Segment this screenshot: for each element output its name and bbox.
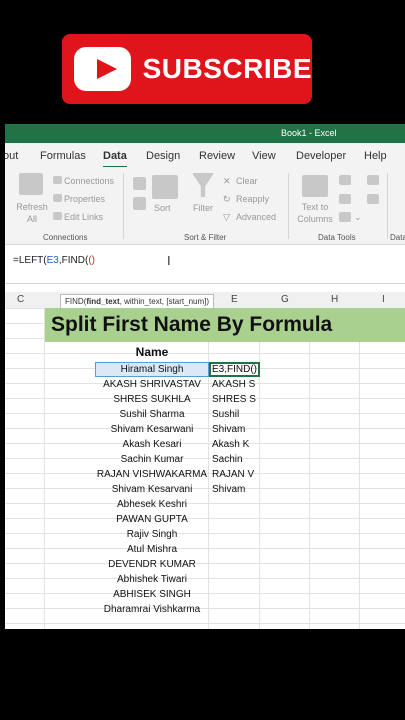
connections-button[interactable]: Connections [64, 176, 114, 186]
column-header-e[interactable]: E [231, 294, 238, 305]
formula-text[interactable]: =LEFT(E3,FIND(() [13, 255, 95, 266]
name-cell[interactable]: AKASH SHRIVASTAV [95, 377, 209, 392]
consolidate-icon[interactable] [367, 175, 379, 185]
first-name-cell[interactable]: Shivam [210, 422, 262, 437]
excel-window: Book1 - Excel out Formulas Data Design R… [5, 124, 405, 629]
sheet-title: Split First Name By Formula [45, 308, 405, 342]
first-name-cell[interactable]: Sachin [210, 452, 262, 467]
ribbon-tabs: out Formulas Data Design Review View Dev… [5, 143, 405, 168]
spreadsheet-grid[interactable]: Split First Name By Formula Name Hiramal… [5, 308, 405, 629]
tab-help[interactable]: Help [364, 150, 387, 162]
name-cell[interactable]: Sushil Sharma [95, 407, 209, 422]
first-name-cell[interactable]: Sushil [210, 407, 262, 422]
connections-group-label: Connections [43, 233, 88, 242]
filter-icon [192, 173, 214, 197]
data-group-label: Data [390, 233, 405, 242]
sort-button[interactable]: Sort [154, 203, 171, 213]
tab-review[interactable]: Review [199, 150, 235, 162]
name-header: Name [135, 345, 169, 359]
name-cell[interactable]: Akash Kesari [95, 437, 209, 452]
text-cursor-icon: I [167, 253, 171, 268]
properties-button[interactable]: Properties [64, 194, 105, 204]
first-name-cell[interactable]: E3,FIND() [210, 362, 262, 377]
column-header-h[interactable]: H [331, 294, 338, 305]
sort-za-icon[interactable] [133, 197, 146, 210]
flash-fill-icon[interactable] [339, 175, 351, 185]
name-cell[interactable]: RAJAN VISHWAKARMA [95, 467, 209, 482]
tab-view[interactable]: View [252, 150, 276, 162]
connections-icon [53, 176, 62, 184]
refresh-all-button[interactable]: Refresh All [13, 201, 51, 225]
name-cell[interactable]: SHRES SUKHLA [95, 392, 209, 407]
subscribe-banner[interactable]: SUBSCRIBE [62, 34, 312, 104]
youtube-play-icon [74, 47, 131, 91]
remove-duplicates-icon[interactable] [339, 194, 351, 204]
advanced-button[interactable]: Advanced [236, 212, 276, 222]
tab-data[interactable]: Data [103, 150, 127, 168]
name-cell[interactable]: Abhishek Tiwari [95, 572, 209, 587]
first-name-cell[interactable]: Shivam [210, 482, 262, 497]
tab-developer[interactable]: Developer [296, 150, 346, 162]
ribbon: Refresh All Connections Properties Edit … [5, 167, 405, 245]
formula-bar[interactable]: =LEFT(E3,FIND(() I [5, 245, 405, 284]
sort-az-icon[interactable] [133, 177, 146, 190]
sort-filter-group-label: Sort & Filter [184, 233, 227, 242]
column-header-i[interactable]: I [382, 294, 385, 305]
first-name-cell[interactable]: AKASH S [210, 377, 262, 392]
name-cell[interactable]: ABHISEK SINGH [95, 587, 209, 602]
name-cell[interactable]: Dharamrai Vishkarma [95, 602, 209, 617]
filter-button[interactable]: Filter [193, 203, 213, 213]
column-header-c[interactable]: C [17, 294, 24, 305]
refresh-all-icon [19, 173, 43, 195]
name-cell[interactable]: Atul Mishra [95, 542, 209, 557]
window-title: Book1 - Excel [281, 128, 337, 138]
first-name-cell[interactable]: SHRES S [210, 392, 262, 407]
group-separator [387, 173, 388, 239]
name-cell[interactable]: Rajiv Singh [95, 527, 209, 542]
first-name-cell[interactable]: Akash K [210, 437, 262, 452]
name-cell[interactable]: Shivam Kesarvani [95, 482, 209, 497]
name-cell[interactable]: Shivam Kesarwani [95, 422, 209, 437]
tab-layout[interactable]: out [5, 150, 18, 162]
tab-formulas[interactable]: Formulas [40, 150, 86, 162]
edit-links-icon [53, 212, 62, 220]
text-to-columns-icon [302, 175, 328, 197]
clear-button[interactable]: Clear [236, 176, 258, 186]
group-separator [288, 173, 289, 239]
subscribe-text: SUBSCRIBE [142, 53, 312, 84]
clear-icon: ✕ [223, 176, 231, 186]
advanced-icon: ▽ [223, 212, 230, 222]
name-cell[interactable]: PAWAN GUPTA [95, 512, 209, 527]
edit-links-button[interactable]: Edit Links [64, 212, 103, 222]
data-validation-icon[interactable] [339, 212, 351, 222]
text-to-columns-button[interactable]: Text to Columns [294, 201, 336, 225]
first-name-cell[interactable]: RAJAN V [210, 467, 262, 482]
group-separator [123, 173, 124, 239]
sort-icon [152, 175, 178, 199]
title-bar: Book1 - Excel [5, 124, 405, 143]
data-tools-group-label: Data Tools [318, 233, 356, 242]
tab-design[interactable]: Design [146, 150, 180, 162]
column-header-g[interactable]: G [281, 294, 289, 305]
reapply-icon: ↻ [223, 194, 231, 204]
relationships-icon[interactable] [367, 194, 379, 204]
dropdown-icon[interactable]: ⌄ [354, 212, 362, 223]
properties-icon [53, 194, 62, 202]
name-cell[interactable]: DEVENDR KUMAR [95, 557, 209, 572]
name-cell[interactable]: Hiramal Singh [95, 362, 209, 377]
name-cell[interactable]: Abhesek Keshri [95, 497, 209, 512]
reapply-button[interactable]: Reapply [236, 194, 269, 204]
name-cell[interactable]: Sachin Kumar [95, 452, 209, 467]
